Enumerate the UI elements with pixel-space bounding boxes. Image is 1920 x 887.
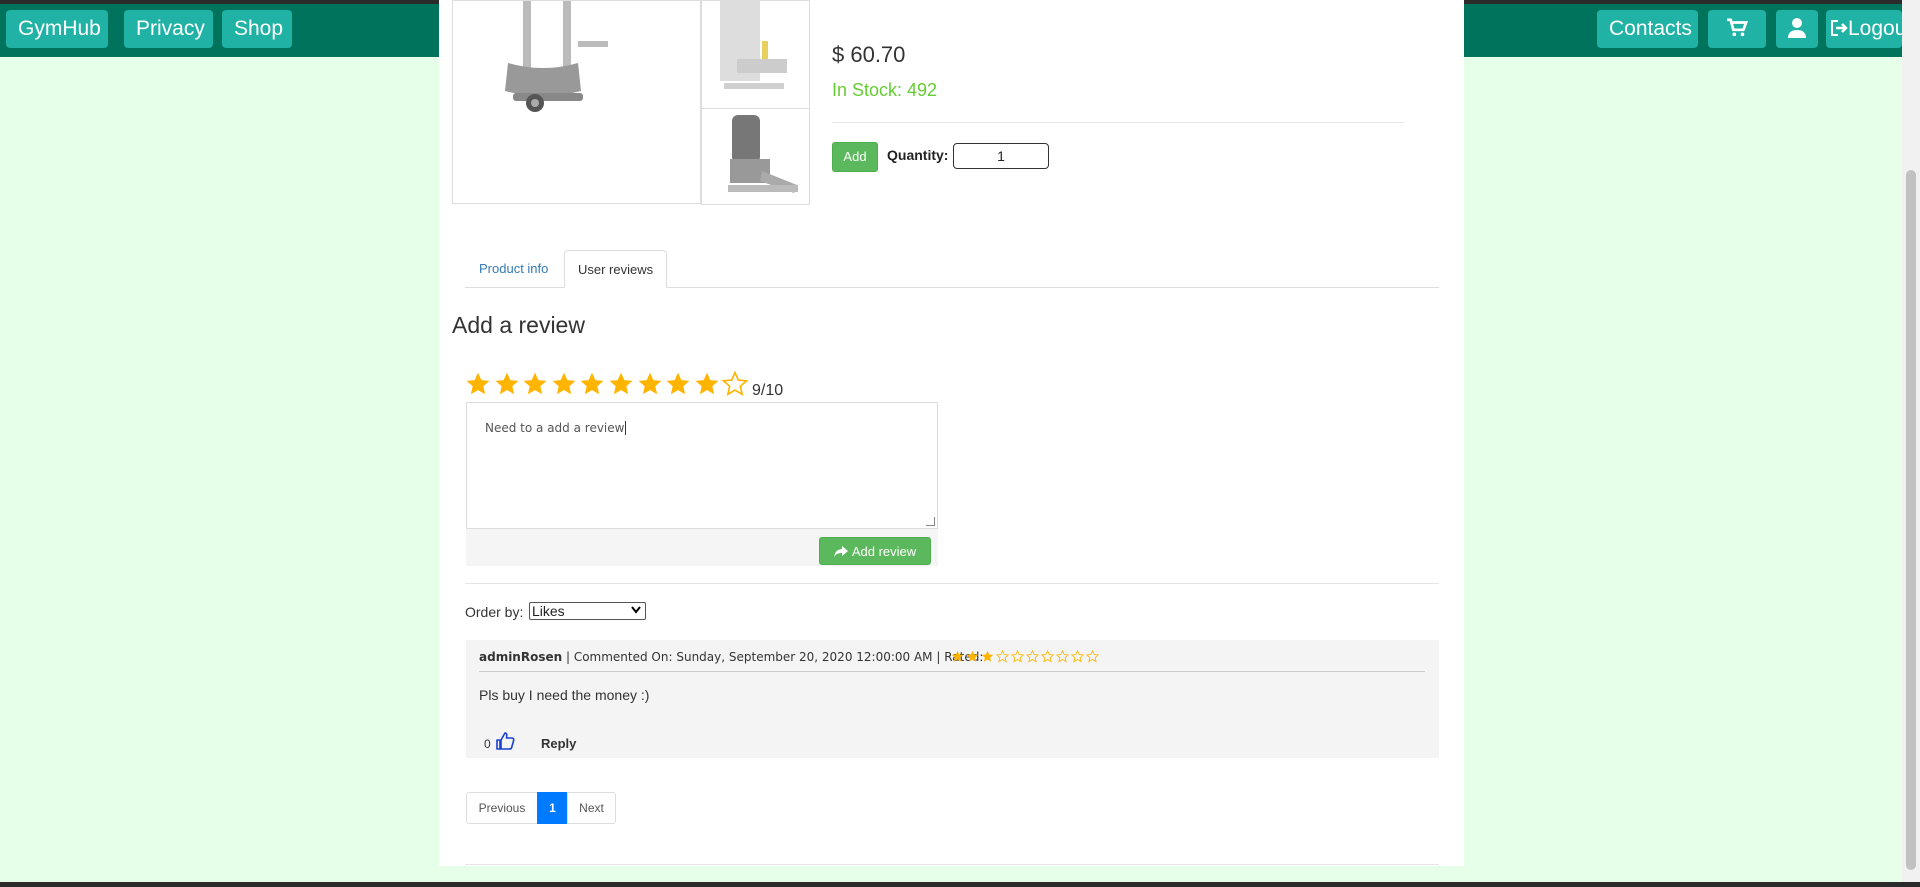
small-star-empty-icon — [1086, 650, 1099, 663]
pagination-next[interactable]: Next — [567, 792, 616, 824]
pagination-previous[interactable]: Previous — [466, 792, 538, 824]
user-icon — [1788, 18, 1806, 38]
quantity-label: Quantity: — [887, 147, 949, 163]
star-filled-icon[interactable] — [694, 371, 720, 397]
resize-handle[interactable] — [926, 517, 935, 526]
small-star-empty-icon — [1041, 650, 1054, 663]
product-thumbnail[interactable] — [701, 108, 810, 205]
add-review-label: Add review — [851, 544, 917, 559]
add-review-button[interactable]: Add review — [819, 537, 931, 565]
logout-label: Logout — [1848, 17, 1902, 40]
privacy-link[interactable]: Privacy — [124, 10, 213, 48]
small-star-empty-icon — [1071, 650, 1084, 663]
star-filled-icon[interactable] — [579, 371, 605, 397]
account-button[interactable] — [1776, 10, 1818, 48]
small-star-filled-icon — [966, 650, 979, 662]
review-date: | Commented On: Sunday, September 20, 20… — [562, 650, 984, 664]
small-star-empty-icon — [996, 650, 1009, 663]
review-body: Pls buy I need the money :) — [479, 687, 650, 703]
review-text: Need to a add a review — [485, 421, 625, 435]
star-filled-icon[interactable] — [665, 371, 691, 397]
window-edge — [0, 882, 1920, 887]
logout-icon — [1831, 20, 1848, 36]
review-author[interactable]: adminRosen — [479, 650, 562, 664]
review-meta: adminRosen | Commented On: Sunday, Septe… — [479, 650, 983, 664]
star-filled-icon[interactable] — [637, 371, 663, 397]
rating-value: 9/10 — [752, 382, 784, 399]
small-star-filled-icon — [981, 650, 994, 662]
divider — [832, 122, 1404, 123]
divider — [465, 583, 1439, 584]
chevron-down-icon — [631, 606, 641, 614]
logout-button[interactable]: Logout — [1826, 10, 1902, 48]
order-by-select[interactable]: Likes — [529, 602, 646, 620]
brand-link[interactable]: GymHub — [6, 10, 108, 48]
review-textarea[interactable]: Need to a add a review — [466, 402, 938, 529]
cart-button[interactable] — [1708, 10, 1766, 48]
divider — [465, 864, 1439, 865]
star-filled-icon[interactable] — [551, 371, 577, 397]
add-review-heading: Add a review — [452, 312, 585, 338]
star-filled-icon[interactable] — [608, 371, 634, 397]
tab-product-info[interactable]: Product info — [466, 250, 561, 288]
divider — [479, 671, 1425, 672]
contacts-link[interactable]: Contacts — [1597, 10, 1698, 48]
tab-user-reviews[interactable]: User reviews — [564, 250, 668, 288]
reply-button[interactable]: Reply — [541, 736, 576, 751]
small-star-empty-icon — [1026, 650, 1039, 663]
quantity-input[interactable]: 1 — [953, 143, 1049, 169]
like-count: 0 — [484, 737, 491, 751]
product-thumbnail[interactable] — [701, 0, 810, 109]
small-star-empty-icon — [1011, 650, 1024, 663]
product-main-image — [452, 0, 701, 204]
share-icon — [833, 546, 848, 557]
scrollbar-thumb[interactable] — [1906, 170, 1916, 870]
scrollbar[interactable] — [1902, 0, 1920, 887]
star-filled-icon[interactable] — [465, 371, 491, 397]
star-filled-icon[interactable] — [522, 371, 548, 397]
thumbs-up-icon[interactable] — [495, 731, 515, 751]
order-by-value: Likes — [532, 603, 565, 619]
small-star-filled-icon — [951, 650, 964, 662]
pagination-page-1[interactable]: 1 — [537, 792, 568, 824]
order-by-label: Order by: — [465, 604, 524, 620]
star-filled-icon[interactable] — [494, 371, 520, 397]
add-to-cart-button[interactable]: Add — [832, 142, 878, 172]
cart-icon — [1727, 18, 1749, 37]
stock-status: In Stock: 492 — [832, 80, 938, 100]
small-star-empty-icon — [1056, 650, 1069, 663]
star-empty-icon[interactable] — [722, 371, 749, 397]
shop-link[interactable]: Shop — [222, 10, 292, 48]
product-price: $ 60.70 — [832, 42, 906, 67]
